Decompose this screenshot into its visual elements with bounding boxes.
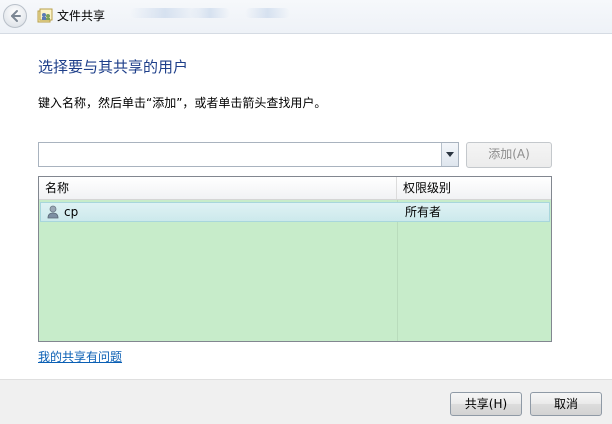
add-button[interactable]: 添加(A) <box>466 142 552 168</box>
column-header-permission[interactable]: 权限级别 <box>397 177 551 199</box>
window-title: 文件共享 <box>57 9 106 23</box>
permission-level[interactable]: 所有者 <box>405 203 441 221</box>
list-header: 名称 权限级别 <box>39 177 551 200</box>
sharing-help-link[interactable]: 我的共享有问题 <box>38 349 122 365</box>
instruction-text: 键入名称，然后单击“添加”，或者单击箭头查找用户。 <box>38 96 327 110</box>
title-bar: 文件共享 <box>0 0 612 34</box>
column-header-name[interactable]: 名称 <box>39 177 397 199</box>
file-share-icon <box>37 8 53 23</box>
dropdown-arrow-button[interactable] <box>441 143 458 166</box>
share-button[interactable]: 共享(H) <box>450 392 522 416</box>
shared-users-list[interactable]: 名称 权限级别 cp 所有者 <box>38 176 552 342</box>
back-arrow-icon <box>11 10 21 22</box>
cancel-button[interactable]: 取消 <box>530 392 602 416</box>
back-button[interactable] <box>3 4 27 28</box>
user-name: cp <box>64 205 79 219</box>
title-bar-glass-decoration <box>245 8 290 18</box>
table-row[interactable]: cp 所有者 <box>40 202 550 222</box>
file-sharing-dialog: 文件共享 选择要与其共享的用户 键入名称，然后单击“添加”，或者单击箭头查找用户… <box>0 0 612 424</box>
page-heading: 选择要与其共享的用户 <box>38 58 189 76</box>
user-icon <box>47 205 59 219</box>
title-bar-glass-decoration <box>190 8 230 18</box>
user-name-combobox[interactable] <box>38 142 459 167</box>
chevron-down-icon <box>446 152 454 157</box>
